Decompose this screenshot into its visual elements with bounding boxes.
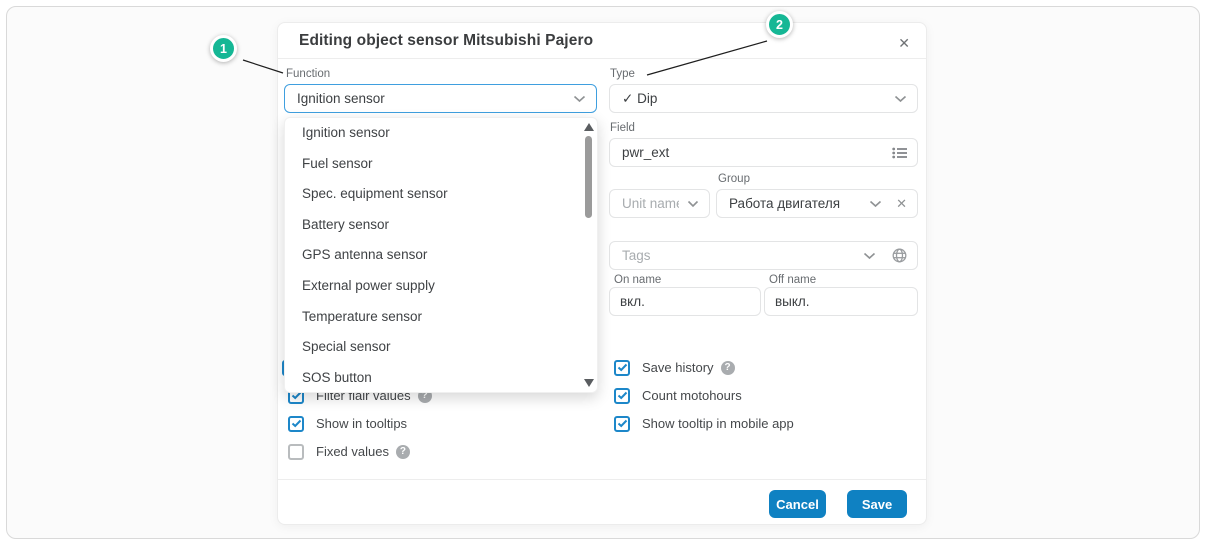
scroll-down-icon[interactable]: [584, 379, 594, 387]
scrollbar-thumb[interactable]: [585, 136, 592, 218]
close-icon[interactable]: ✕: [898, 33, 910, 53]
checkbox-row: Count motohours: [614, 387, 742, 404]
chevron-down-icon: [687, 200, 699, 208]
check-icon: ✓: [622, 91, 633, 106]
scroll-up-icon[interactable]: [584, 123, 594, 131]
screenshot-root: Editing object sensor Mitsubishi Pajero …: [0, 0, 1206, 546]
chevron-down-icon: [894, 95, 907, 103]
dropdown-option[interactable]: Ignition sensor: [285, 118, 597, 149]
checkbox[interactable]: [288, 444, 304, 460]
chevron-down-icon: [869, 200, 882, 208]
function-dropdown-list: Ignition sensorFuel sensorSpec. equipmen…: [285, 118, 597, 393]
checkbox-label: Show tooltip in mobile app: [642, 416, 794, 431]
checkbox-label: Show in tooltips: [316, 416, 407, 431]
checkbox-label: Fixed values: [316, 444, 389, 459]
group-label: Group: [718, 173, 750, 185]
dropdown-option[interactable]: GPS antenna sensor: [285, 240, 597, 271]
checkbox[interactable]: [614, 416, 630, 432]
chevron-down-icon: [863, 252, 876, 260]
on-name-label: On name: [614, 274, 661, 286]
dropdown-option[interactable]: Spec. equipment sensor: [285, 179, 597, 210]
unit-name-select[interactable]: Unit name: [609, 189, 710, 218]
checkbox-row: Show in tooltips: [288, 415, 407, 432]
annotation-badge-1: 1: [210, 35, 237, 62]
function-label: Function: [286, 68, 330, 80]
field-input[interactable]: pwr_ext: [609, 138, 918, 167]
group-select-value: Работа двигателя: [729, 196, 861, 211]
footer-divider: [278, 479, 926, 480]
checkbox-label: Count motohours: [642, 388, 742, 403]
cancel-button[interactable]: Cancel: [769, 490, 826, 518]
header-divider: [278, 58, 926, 59]
globe-icon[interactable]: [892, 248, 907, 263]
tags-select[interactable]: Tags: [609, 241, 918, 270]
field-label: Field: [610, 122, 635, 134]
edit-sensor-dialog: Editing object sensor Mitsubishi Pajero …: [277, 22, 927, 525]
field-input-value: pwr_ext: [622, 145, 884, 160]
annotation-badge-2: 2: [766, 11, 793, 38]
on-name-input[interactable]: [609, 287, 761, 316]
type-select-value: ✓ Dip: [622, 91, 886, 107]
off-name-label: Off name: [769, 274, 816, 286]
unit-name-placeholder: Unit name: [622, 196, 679, 211]
dropdown-scrollbar[interactable]: [582, 120, 594, 390]
checkbox-label: Save history: [642, 360, 714, 375]
checkbox-row: Show tooltip in mobile app: [614, 415, 794, 432]
dialog-title: Editing object sensor Mitsubishi Pajero: [299, 32, 593, 50]
checkbox[interactable]: [614, 388, 630, 404]
list-icon[interactable]: [892, 147, 907, 159]
group-select[interactable]: Работа двигателя ✕: [716, 189, 918, 218]
function-select-value: Ignition sensor: [297, 91, 565, 106]
save-button[interactable]: Save: [847, 490, 907, 518]
dropdown-option[interactable]: Battery sensor: [285, 210, 597, 241]
chevron-down-icon: [573, 95, 586, 103]
type-label: Type: [610, 68, 635, 80]
function-dropdown: Ignition sensorFuel sensorSpec. equipmen…: [284, 117, 598, 393]
clear-icon[interactable]: ✕: [896, 196, 907, 212]
off-name-input[interactable]: [764, 287, 918, 316]
checkbox[interactable]: [614, 360, 630, 376]
checkbox[interactable]: [288, 416, 304, 432]
dropdown-option[interactable]: SOS button: [285, 363, 597, 393]
dropdown-option[interactable]: Special sensor: [285, 332, 597, 363]
dropdown-option[interactable]: Temperature sensor: [285, 302, 597, 333]
help-icon[interactable]: ?: [721, 361, 735, 375]
type-select[interactable]: ✓ Dip: [609, 84, 918, 113]
tags-placeholder: Tags: [622, 248, 855, 263]
dropdown-option[interactable]: External power supply: [285, 271, 597, 302]
checkbox-row: Fixed values?: [288, 443, 410, 460]
help-icon[interactable]: ?: [396, 445, 410, 459]
dropdown-option[interactable]: Fuel sensor: [285, 149, 597, 180]
checkbox-row: Save history?: [614, 359, 735, 376]
function-select[interactable]: Ignition sensor: [284, 84, 597, 113]
